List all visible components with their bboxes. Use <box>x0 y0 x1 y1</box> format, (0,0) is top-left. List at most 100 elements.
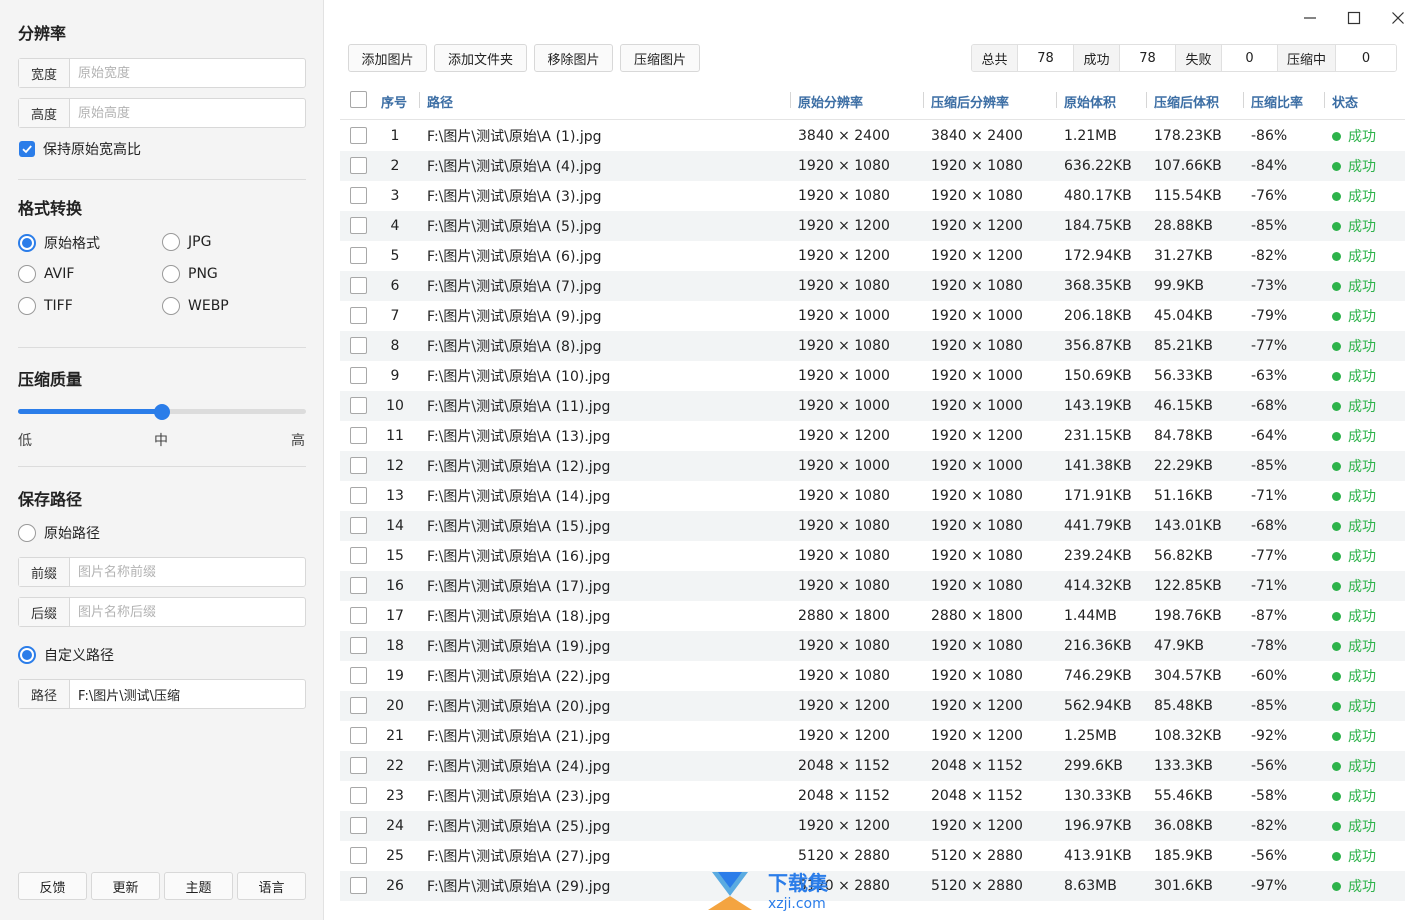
theme-button[interactable]: 主题 <box>164 872 233 900</box>
radio-unselected-icon[interactable] <box>18 297 36 315</box>
row-checkbox[interactable] <box>350 277 367 294</box>
row-checkbox[interactable] <box>350 697 367 714</box>
width-field[interactable]: 宽度 <box>18 58 306 88</box>
table-row[interactable]: 15 F:\图片\测试\原始\A (16).jpg 1920 × 1080 1920 … <box>340 541 1405 571</box>
row-checkbox[interactable] <box>350 607 367 624</box>
table-row[interactable]: 13 F:\图片\测试\原始\A (14).jpg 1920 × 1080 1920 … <box>340 481 1405 511</box>
row-checkbox[interactable] <box>350 517 367 534</box>
column-header-ratio[interactable]: 压缩比率 <box>1251 82 1303 120</box>
row-checkbox[interactable] <box>350 757 367 774</box>
row-checkbox[interactable] <box>350 187 367 204</box>
table-row[interactable]: 26 F:\图片\测试\原始\A (29).jpg 5120 × 2880 5120 … <box>340 871 1405 901</box>
table-row[interactable]: 2 F:\图片\测试\原始\A (4).jpg 1920 × 1080 1920 × … <box>340 151 1405 181</box>
format-option-png[interactable]: PNG <box>162 265 218 283</box>
table-row[interactable]: 7 F:\图片\测试\原始\A (9).jpg 1920 × 1000 1920 × … <box>340 301 1405 331</box>
table-row[interactable]: 8 F:\图片\测试\原始\A (8).jpg 1920 × 1080 1920 × … <box>340 331 1405 361</box>
radio-unselected-icon[interactable] <box>18 524 36 542</box>
table-row[interactable]: 20 F:\图片\测试\原始\A (20).jpg 1920 × 1200 1920 … <box>340 691 1405 721</box>
column-header-status[interactable]: 状态 <box>1332 82 1358 120</box>
height-field[interactable]: 高度 <box>18 98 306 128</box>
table-row[interactable]: 9 F:\图片\测试\原始\A (10).jpg 1920 × 1000 1920 ×… <box>340 361 1405 391</box>
table-row[interactable]: 25 F:\图片\测试\原始\A (27).jpg 5120 × 2880 5120 … <box>340 841 1405 871</box>
row-checkbox[interactable] <box>350 817 367 834</box>
add-images-button[interactable]: 添加图片 <box>348 44 427 72</box>
radio-selected-icon[interactable] <box>18 646 36 664</box>
table-row[interactable]: 12 F:\图片\测试\原始\A (12).jpg 1920 × 1000 1920 … <box>340 451 1405 481</box>
format-option-original[interactable]: 原始格式 <box>18 233 100 253</box>
row-checkbox[interactable] <box>350 877 367 894</box>
row-checkbox[interactable] <box>350 787 367 804</box>
row-checkbox[interactable] <box>350 637 367 654</box>
format-option-tiff[interactable]: TIFF <box>18 297 73 315</box>
format-option-webp[interactable]: WEBP <box>162 297 229 315</box>
table-row[interactable]: 16 F:\图片\测试\原始\A (17).jpg 1920 × 1080 1920 … <box>340 571 1405 601</box>
radio-unselected-icon[interactable] <box>162 233 180 251</box>
column-header-original-size[interactable]: 原始体积 <box>1064 82 1116 120</box>
column-header-compressed-size[interactable]: 压缩后体积 <box>1154 82 1219 120</box>
add-folder-button[interactable]: 添加文件夹 <box>434 44 527 72</box>
row-checkbox[interactable] <box>350 157 367 174</box>
quality-slider-handle[interactable] <box>154 404 170 420</box>
row-checkbox[interactable] <box>350 307 367 324</box>
prefix-input[interactable] <box>70 558 305 586</box>
row-checkbox[interactable] <box>350 337 367 354</box>
table-row[interactable]: 3 F:\图片\测试\原始\A (3).jpg 1920 × 1080 1920 × … <box>340 181 1405 211</box>
row-checkbox[interactable] <box>350 217 367 234</box>
table-row[interactable]: 21 F:\图片\测试\原始\A (21).jpg 1920 × 1200 1920 … <box>340 721 1405 751</box>
row-checkbox[interactable] <box>350 127 367 144</box>
table-row[interactable]: 6 F:\图片\测试\原始\A (7).jpg 1920 × 1080 1920 × … <box>340 271 1405 301</box>
close-button[interactable] <box>1378 5 1418 31</box>
table-row[interactable]: 10 F:\图片\测试\原始\A (11).jpg 1920 × 1000 1920 … <box>340 391 1405 421</box>
keep-ratio-checkbox[interactable]: 保持原始宽高比 <box>19 139 141 159</box>
table-row[interactable]: 24 F:\图片\测试\原始\A (25).jpg 1920 × 1200 1920 … <box>340 811 1405 841</box>
format-option-avif[interactable]: AVIF <box>18 265 74 283</box>
custom-path-field[interactable]: 路径 <box>18 679 306 709</box>
row-checkbox[interactable] <box>350 367 367 384</box>
compress-images-button[interactable]: 压缩图片 <box>620 44 700 72</box>
column-header-path[interactable]: 路径 <box>427 82 453 120</box>
maximize-button[interactable] <box>1334 5 1374 31</box>
column-header-original-resolution[interactable]: 原始分辨率 <box>798 82 863 120</box>
height-input[interactable] <box>70 99 305 127</box>
checkbox-checked-icon[interactable] <box>19 141 35 157</box>
feedback-button[interactable]: 反馈 <box>18 872 87 900</box>
row-checkbox[interactable] <box>350 427 367 444</box>
table-row[interactable]: 1 F:\图片\测试\原始\A (1).jpg 3840 × 2400 3840 × … <box>340 121 1405 151</box>
prefix-field[interactable]: 前缀 <box>18 557 306 587</box>
save-custom-path-option[interactable]: 自定义路径 <box>18 645 114 665</box>
radio-selected-icon[interactable] <box>18 234 36 252</box>
row-checkbox[interactable] <box>350 667 367 684</box>
radio-unselected-icon[interactable] <box>162 297 180 315</box>
row-checkbox[interactable] <box>350 457 367 474</box>
table-row[interactable]: 18 F:\图片\测试\原始\A (19).jpg 1920 × 1080 1920 … <box>340 631 1405 661</box>
suffix-input[interactable] <box>70 598 305 626</box>
table-row[interactable]: 14 F:\图片\测试\原始\A (15).jpg 1920 × 1080 1920 … <box>340 511 1405 541</box>
minimize-button[interactable] <box>1290 5 1330 31</box>
table-row[interactable]: 19 F:\图片\测试\原始\A (22).jpg 1920 × 1080 1920 … <box>340 661 1405 691</box>
row-checkbox[interactable] <box>350 547 367 564</box>
row-checkbox[interactable] <box>350 727 367 744</box>
table-row[interactable]: 23 F:\图片\测试\原始\A (23).jpg 2048 × 1152 2048 … <box>340 781 1405 811</box>
table-row[interactable]: 4 F:\图片\测试\原始\A (5).jpg 1920 × 1200 1920 × … <box>340 211 1405 241</box>
table-row[interactable]: 11 F:\图片\测试\原始\A (13).jpg 1920 × 1200 1920 … <box>340 421 1405 451</box>
update-button[interactable]: 更新 <box>91 872 160 900</box>
table-row[interactable]: 5 F:\图片\测试\原始\A (6).jpg 1920 × 1200 1920 × … <box>340 241 1405 271</box>
table-row[interactable]: 17 F:\图片\测试\原始\A (18).jpg 2880 × 1800 2880 … <box>340 601 1405 631</box>
table-row[interactable]: 22 F:\图片\测试\原始\A (24).jpg 2048 × 1152 2048 … <box>340 751 1405 781</box>
column-header-index[interactable]: 序号 <box>381 82 407 120</box>
remove-images-button[interactable]: 移除图片 <box>534 44 613 72</box>
language-button[interactable]: 语言 <box>237 872 306 900</box>
save-original-path-option[interactable]: 原始路径 <box>18 523 100 543</box>
row-checkbox[interactable] <box>350 487 367 504</box>
format-option-jpg[interactable]: JPG <box>162 233 211 251</box>
column-header-compressed-resolution[interactable]: 压缩后分辨率 <box>931 82 1009 120</box>
row-checkbox[interactable] <box>350 247 367 264</box>
row-checkbox[interactable] <box>350 847 367 864</box>
row-checkbox[interactable] <box>350 397 367 414</box>
custom-path-input[interactable] <box>70 680 305 708</box>
row-checkbox[interactable] <box>350 577 367 594</box>
suffix-field[interactable]: 后缀 <box>18 597 306 627</box>
radio-unselected-icon[interactable] <box>18 265 36 283</box>
width-input[interactable] <box>70 59 305 87</box>
select-all-checkbox[interactable] <box>350 91 367 108</box>
